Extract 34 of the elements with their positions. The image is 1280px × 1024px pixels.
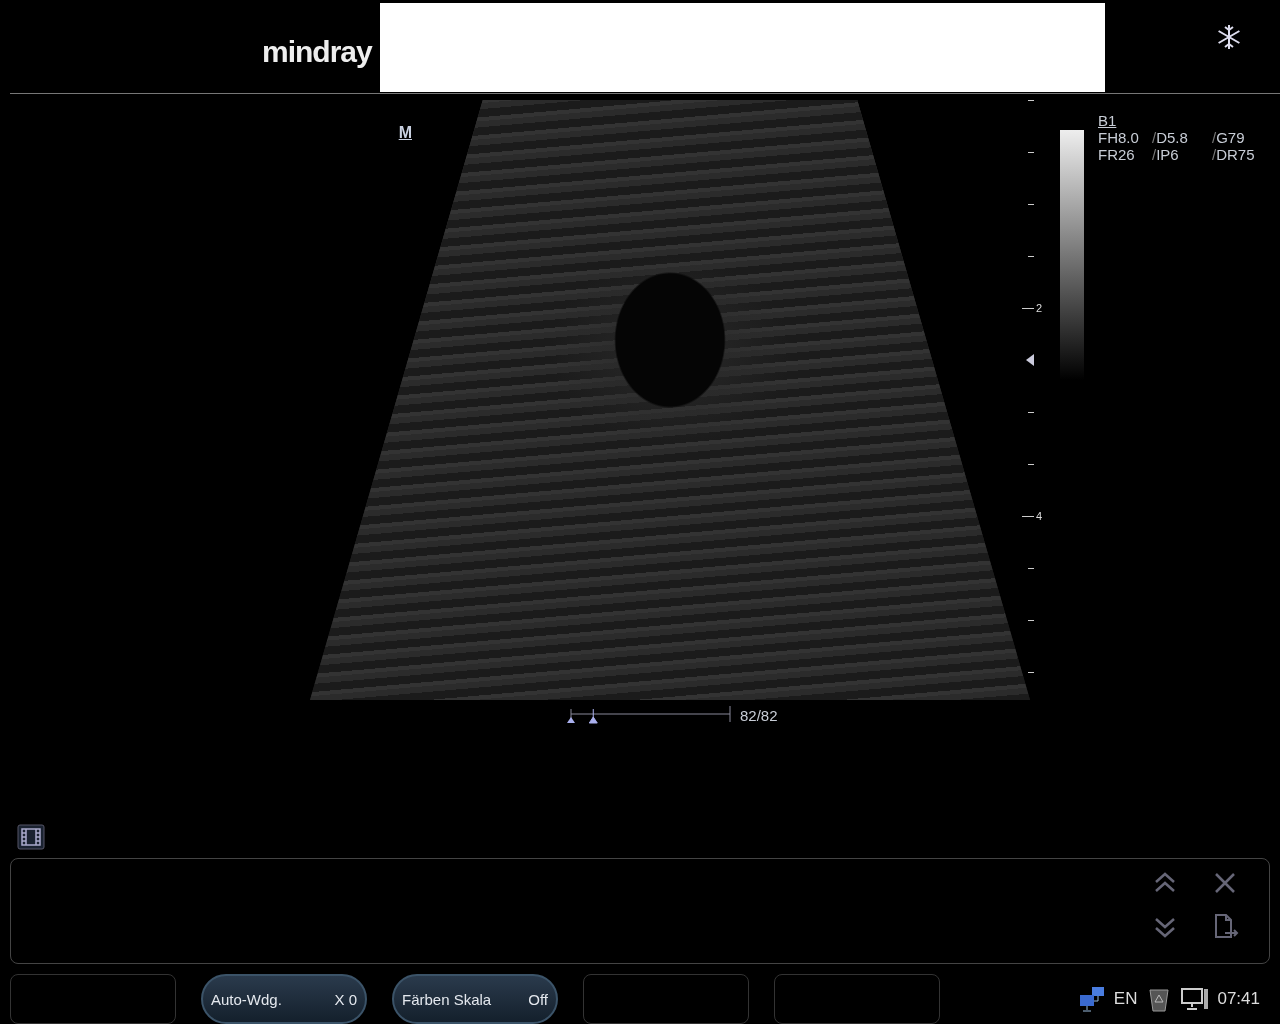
parameter: FH8.0 <box>1098 129 1140 146</box>
depth-tick <box>1028 464 1034 465</box>
soft-key[interactable]: Auto-Wdg. X 0 <box>201 974 367 1024</box>
cine-slider[interactable] <box>566 706 732 724</box>
film-icon[interactable] <box>17 824 45 850</box>
focus-marker-icon <box>1026 354 1034 366</box>
cine-thumb[interactable] <box>588 708 598 724</box>
parameter: /IP6 <box>1152 146 1180 163</box>
network-icon[interactable] <box>1077 986 1106 1012</box>
depth-tick <box>1028 672 1034 673</box>
depth-tick <box>1028 204 1034 205</box>
depth-tick <box>1028 412 1034 413</box>
depth-label: 4 <box>1036 511 1043 522</box>
monitor-icon[interactable] <box>1181 986 1210 1012</box>
parameter: /G79 <box>1212 129 1246 146</box>
depth-tick <box>1028 256 1034 257</box>
params-title: B1 <box>1098 112 1117 129</box>
soft-key[interactable]: Färben Skala Off <box>392 974 558 1024</box>
logo: mindray <box>262 34 372 69</box>
depth-tick <box>1028 568 1034 569</box>
mode-label: M <box>398 124 412 141</box>
depth-tick <box>1028 100 1034 101</box>
depth-tick <box>1022 308 1034 309</box>
frame-counter: 82/82 <box>740 706 778 724</box>
parameter: FR26 <box>1098 146 1136 163</box>
depth-tick <box>1028 620 1034 621</box>
parameter: /DR75 <box>1212 146 1256 163</box>
start-marker-icon[interactable] <box>567 717 575 723</box>
clock: 07:41 <box>1217 989 1260 1009</box>
depth-tick <box>1028 152 1034 153</box>
parameter: /D5.8 <box>1152 129 1189 146</box>
depth-label: 2 <box>1036 303 1043 314</box>
depth-tick <box>1022 516 1034 517</box>
language-indicator[interactable]: EN <box>1113 989 1138 1009</box>
